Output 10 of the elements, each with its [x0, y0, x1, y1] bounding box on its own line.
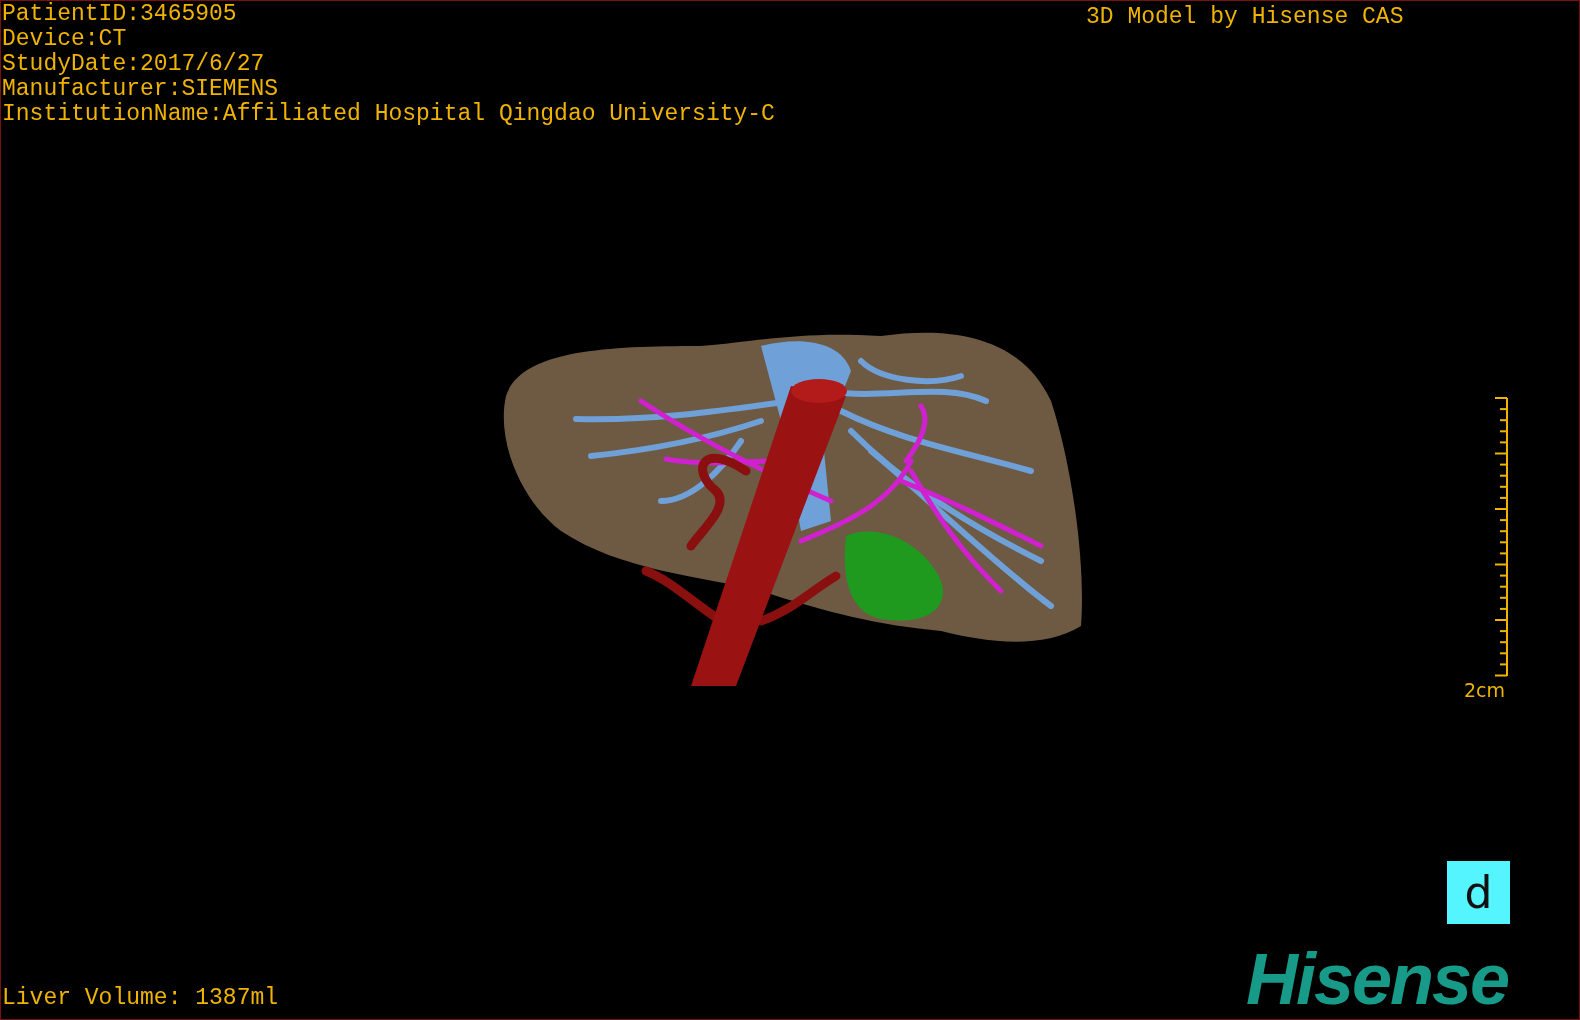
model-credit-text: 3D Model by Hisense CAS: [1086, 5, 1404, 30]
study-info-text: InstitutionName:Affiliated Hospital Qingdao University-C: [2, 102, 775, 127]
study-info-text: PatientID:3465905: [2, 2, 238, 27]
study-info-text: Device:CT: [2, 27, 128, 52]
logo-text: Hisense: [1246, 939, 1509, 1019]
liver-volume-text: Liver Volume: 1387ml: [2, 986, 279, 1011]
view-button[interactable]: d: [1447, 861, 1510, 924]
study-info-text: Manufacturer:SIEMENS: [2, 77, 280, 102]
study-info-text: StudyDate:2017/6/27: [2, 52, 266, 77]
scale-label: 2cm: [1463, 679, 1505, 701]
